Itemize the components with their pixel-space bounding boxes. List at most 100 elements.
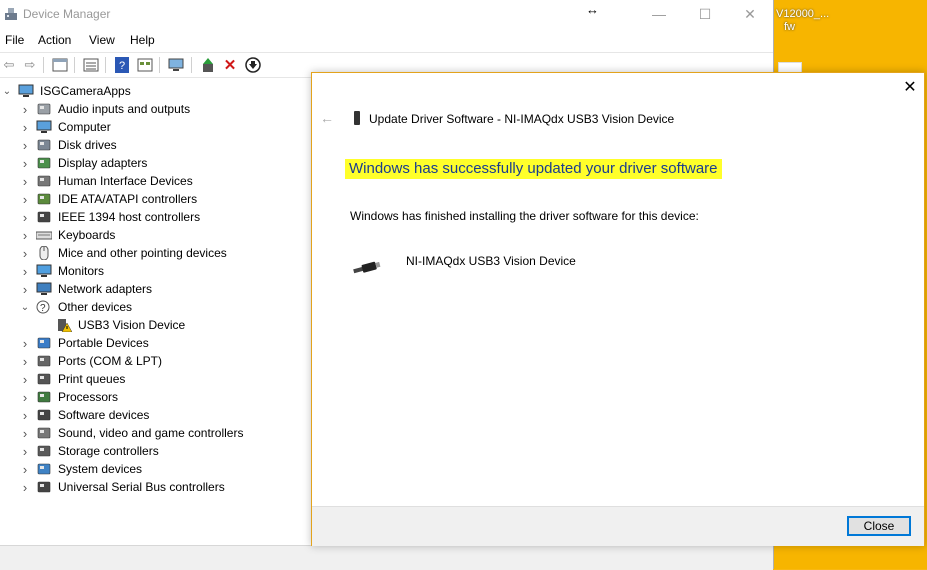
expand-chevron-icon[interactable]: ›: [20, 426, 30, 441]
disable-device-icon[interactable]: [245, 57, 261, 73]
ide-controller-icon: [37, 193, 51, 205]
disk-drive-icon: [37, 139, 51, 151]
tree-category[interactable]: ⌄? Other devices: [20, 298, 132, 316]
expand-chevron-icon[interactable]: ›: [20, 228, 30, 243]
expand-chevron-icon[interactable]: ›: [20, 336, 30, 351]
tree-category[interactable]: › Network adapters: [20, 280, 152, 298]
maximize-button[interactable]: ☐: [682, 0, 728, 28]
tree-category[interactable]: › Computer: [20, 118, 111, 136]
tree-category[interactable]: › Ports (COM & LPT): [20, 352, 162, 370]
properties-icon[interactable]: [52, 57, 68, 73]
tree-category[interactable]: › IEEE 1394 host controllers: [20, 208, 200, 226]
expand-chevron-icon[interactable]: ›: [20, 210, 30, 225]
uninstall-icon[interactable]: ✕: [222, 57, 238, 74]
menu-view[interactable]: View: [89, 33, 115, 47]
desktop-file-label-line2: fw: [784, 21, 795, 33]
menu-action[interactable]: Action: [38, 33, 71, 47]
tree-category[interactable]: › Print queues: [20, 370, 126, 388]
show-hidden-icon[interactable]: [137, 57, 153, 73]
processor-icon: [37, 391, 51, 403]
expand-chevron-icon[interactable]: ›: [20, 462, 30, 477]
tree-root[interactable]: ⌄ ISGCameraApps: [2, 82, 131, 100]
collapse-chevron-icon[interactable]: ⌄: [20, 302, 30, 313]
window-close-button[interactable]: ✕: [727, 0, 773, 28]
expand-chevron-icon[interactable]: ›: [20, 192, 30, 207]
tree-category[interactable]: › Disk drives: [20, 136, 117, 154]
update-driver-icon[interactable]: [200, 57, 216, 73]
tree-category[interactable]: › System devices: [20, 460, 142, 478]
keyboard-icon: [36, 231, 52, 240]
tree-category[interactable]: › Monitors: [20, 262, 104, 280]
minimize-button[interactable]: —: [636, 0, 682, 28]
window-title: Device Manager: [23, 7, 111, 21]
tree-category[interactable]: › Human Interface Devices: [20, 172, 193, 190]
toolbar-separator: [159, 57, 160, 73]
tree-item-label: Universal Serial Bus controllers: [58, 480, 225, 494]
back-arrow-icon[interactable]: ←: [320, 110, 334, 126]
monitor-scan-icon[interactable]: [168, 57, 184, 73]
close-button[interactable]: Close: [847, 516, 911, 536]
expand-chevron-icon[interactable]: ›: [20, 372, 30, 387]
display-adapter-icon: [37, 157, 51, 169]
details-view-icon[interactable]: [83, 57, 99, 73]
network-adapter-icon: [36, 282, 52, 295]
tree-category[interactable]: › Sound, video and game controllers: [20, 424, 244, 442]
tree-category[interactable]: › Display adapters: [20, 154, 148, 172]
device-manager-icon: [5, 8, 17, 20]
tree-category[interactable]: › Audio inputs and outputs: [20, 100, 190, 118]
tree-category[interactable]: › Software devices: [20, 406, 150, 424]
expand-chevron-icon[interactable]: ›: [20, 156, 30, 171]
expand-chevron-icon[interactable]: ›: [20, 120, 30, 135]
expand-chevron-icon[interactable]: ›: [20, 282, 30, 297]
tree-item-label: Disk drives: [58, 138, 117, 152]
software-device-icon: [37, 409, 51, 421]
tree-category[interactable]: › Keyboards: [20, 226, 116, 244]
back-arrow-icon[interactable]: ⇦: [1, 57, 17, 73]
collapse-chevron-icon[interactable]: ⌄: [2, 86, 12, 97]
unknown-device-icon: ?: [36, 300, 50, 314]
warning-device-icon: [58, 319, 72, 332]
dialog-close-icon[interactable]: ✕: [901, 79, 919, 97]
update-driver-dialog: ✕ ← Update Driver Software - NI-IMAQdx U…: [311, 72, 925, 546]
desktop-file-label[interactable]: V12000_... fw: [776, 8, 829, 34]
tree-item-label: Portable Devices: [58, 336, 149, 350]
tree-item-label: Processors: [58, 390, 119, 404]
tree-category[interactable]: › Portable Devices: [20, 334, 149, 352]
expand-chevron-icon[interactable]: ›: [20, 246, 30, 261]
tree-item-label: Sound, video and game controllers: [58, 426, 244, 440]
forward-arrow-icon[interactable]: ⇨: [22, 57, 38, 73]
usb-device-icon: [354, 111, 360, 125]
tree-category[interactable]: › IDE ATA/ATAPI controllers: [20, 190, 197, 208]
expand-chevron-icon[interactable]: ›: [20, 480, 30, 495]
usb-plug-icon: [353, 261, 381, 274]
desktop-file-label-line1: V12000_...: [776, 8, 830, 20]
expand-chevron-icon[interactable]: ›: [20, 390, 30, 405]
tree-category[interactable]: › Processors: [20, 388, 118, 406]
tree-item-label: Network adapters: [58, 282, 153, 296]
expand-chevron-icon[interactable]: ›: [20, 138, 30, 153]
toolbar-separator: [105, 57, 106, 73]
status-bar: [0, 545, 773, 570]
tree-item-label: Storage controllers: [58, 444, 159, 458]
tree-item-label: Human Interface Devices: [58, 174, 193, 188]
expand-chevron-icon[interactable]: ›: [20, 264, 30, 279]
tree-category[interactable]: › Universal Serial Bus controllers: [20, 478, 225, 496]
speaker-icon: [37, 103, 51, 115]
expand-chevron-icon[interactable]: ›: [20, 102, 30, 117]
menu-help[interactable]: Help: [130, 33, 155, 47]
expand-chevron-icon[interactable]: ›: [20, 174, 30, 189]
tree-category[interactable]: › Mice and other pointing devices: [20, 244, 227, 262]
help-icon[interactable]: ?: [114, 57, 130, 73]
device-name: NI-IMAQdx USB3 Vision Device: [406, 254, 576, 268]
tree-device-item[interactable]: USB3 Vision Device: [56, 316, 185, 334]
expand-chevron-icon[interactable]: ›: [20, 444, 30, 459]
expand-chevron-icon[interactable]: ›: [20, 354, 30, 369]
computer-icon: [36, 120, 52, 133]
menu-file[interactable]: File: [5, 33, 24, 47]
svg-text:?: ?: [119, 60, 125, 72]
tree-item-label: System devices: [58, 462, 143, 476]
title-bar[interactable]: Device Manager ↔ — ☐ ✕: [0, 0, 773, 28]
tree-category[interactable]: › Storage controllers: [20, 442, 159, 460]
expand-chevron-icon[interactable]: ›: [20, 408, 30, 423]
port-icon: [37, 355, 51, 367]
